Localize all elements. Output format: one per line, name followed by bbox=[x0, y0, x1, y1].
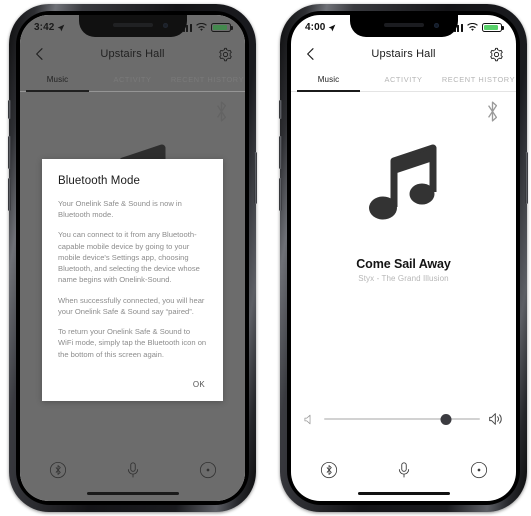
song-artist: Styx - The Grand Illusion bbox=[358, 274, 449, 283]
volume-slider[interactable] bbox=[324, 412, 480, 426]
dialog-paragraph-2: You can connect to it from any Bluetooth… bbox=[58, 230, 200, 285]
home-indicator[interactable] bbox=[357, 491, 450, 495]
front-camera bbox=[433, 23, 439, 28]
notch bbox=[349, 15, 458, 37]
tab-bar: Music ACTIVITY RECENT HISTORY bbox=[291, 68, 516, 92]
music-note-icon bbox=[368, 144, 436, 220]
nightlight-button[interactable] bbox=[464, 455, 494, 485]
dialog-paragraph-3: When successfully connected, you will he… bbox=[58, 295, 205, 316]
volume-up-button[interactable] bbox=[279, 136, 282, 169]
silent-switch[interactable] bbox=[279, 100, 282, 119]
silent-switch[interactable] bbox=[8, 100, 11, 119]
speaker-low-icon bbox=[304, 414, 311, 424]
dot-circle-icon bbox=[470, 461, 487, 479]
phone-left: 3:42 Upstairs Hall Music ACTIVITY RECENT… bbox=[8, 4, 257, 512]
status-time-group: 4:00 bbox=[305, 22, 336, 33]
tab-recent-history[interactable]: RECENT HISTORY bbox=[441, 68, 516, 91]
phone-screen-right: 4:00 Upstairs Hall Music ACTIVITY RECENT… bbox=[291, 15, 516, 501]
ok-button[interactable]: OK bbox=[58, 369, 207, 391]
volume-thumb[interactable] bbox=[440, 413, 452, 425]
dialog-paragraph-4: To return your Onelink Safe & Sound to W… bbox=[58, 327, 207, 359]
wifi-icon bbox=[467, 23, 478, 31]
content-area: Come Sail Away Styx - The Grand Illusion bbox=[291, 91, 516, 445]
page-title: Upstairs Hall bbox=[371, 48, 436, 60]
power-button[interactable] bbox=[525, 152, 528, 204]
status-indicators bbox=[450, 22, 504, 33]
volume-up-button[interactable] bbox=[8, 136, 11, 169]
bluetooth-toggle[interactable] bbox=[314, 455, 344, 485]
bluetooth-icon[interactable] bbox=[483, 99, 502, 124]
earpiece-speaker bbox=[383, 23, 424, 27]
app-header: Upstairs Hall bbox=[291, 40, 516, 68]
volume-down-button[interactable] bbox=[8, 178, 11, 211]
dialog-paragraph-1: Your Onelink Safe & Sound is now in Blue… bbox=[58, 199, 182, 220]
power-button[interactable] bbox=[254, 152, 257, 204]
volume-track bbox=[324, 418, 480, 420]
volume-control bbox=[303, 411, 504, 427]
tab-activity[interactable]: ACTIVITY bbox=[366, 68, 441, 91]
phone-right: 4:00 Upstairs Hall Music ACTIVITY RECENT… bbox=[279, 4, 528, 512]
volume-down-button[interactable] bbox=[279, 178, 282, 211]
battery-icon bbox=[482, 22, 504, 33]
song-title: Come Sail Away bbox=[356, 257, 451, 271]
status-time: 4:00 bbox=[305, 22, 326, 33]
dialog-title: Bluetooth Mode bbox=[58, 175, 140, 187]
microphone-icon bbox=[398, 462, 409, 478]
album-art bbox=[291, 143, 516, 225]
tab-music[interactable]: Music bbox=[291, 68, 366, 92]
speaker-high-icon bbox=[489, 413, 502, 425]
location-arrow-icon bbox=[329, 24, 336, 31]
gear-icon[interactable] bbox=[489, 47, 504, 62]
phone-screen-left: 3:42 Upstairs Hall Music ACTIVITY RECENT… bbox=[20, 15, 245, 501]
bluetooth-circle-icon bbox=[320, 461, 337, 479]
chevron-left-icon[interactable] bbox=[303, 46, 319, 62]
now-playing: Come Sail Away Styx - The Grand Illusion bbox=[291, 257, 516, 283]
microphone-button[interactable] bbox=[389, 455, 419, 485]
bluetooth-mode-dialog: Bluetooth Mode Your Onelink Safe & Sound… bbox=[42, 159, 223, 401]
